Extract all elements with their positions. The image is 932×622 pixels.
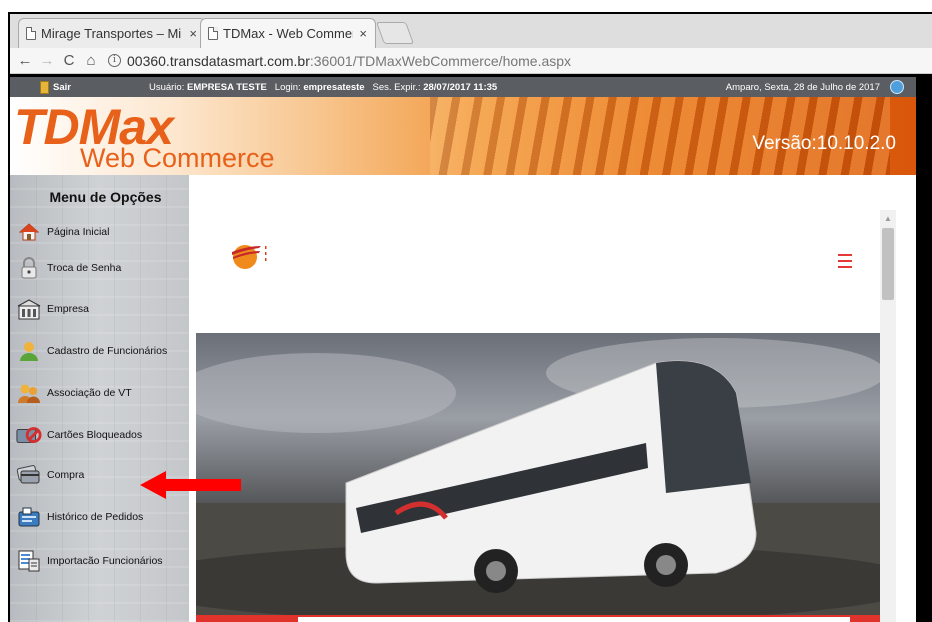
logout-label: Sair (53, 81, 71, 93)
session-info: Usuário: EMPRESA TESTE Login: empresates… (149, 82, 497, 93)
sidebar-item-importacao-funcionarios[interactable]: Importacão Funcionários (10, 546, 189, 576)
page-icon (208, 27, 218, 40)
login-value: empresateste (303, 81, 365, 93)
scroll-up-icon[interactable]: ▲ (884, 214, 892, 223)
hamburger-menu-icon[interactable] (838, 254, 852, 268)
sidebar-menu: Menu de Opções Página Inicial Troca de S… (10, 175, 189, 622)
expiry-label: Ses. Expir.: (372, 81, 421, 93)
sidebar-item-label: Troca de Senha (47, 262, 122, 274)
cards-icon (16, 463, 42, 487)
users-icon (16, 381, 42, 405)
expiry-value: 28/07/2017 11:35 (423, 81, 498, 93)
logout-button[interactable]: Sair (40, 80, 71, 94)
home-icon (16, 220, 42, 244)
page-icon (26, 27, 36, 40)
version-label: Versão:10.10.2.0 (752, 133, 896, 154)
door-icon (40, 80, 49, 94)
building-icon (16, 297, 42, 321)
user-label: Usuário: (148, 81, 185, 93)
hero-bus-image (196, 333, 881, 615)
new-tab-button[interactable] (375, 22, 415, 44)
sidebar-item-label: Histórico de Pedidos (47, 511, 144, 523)
hero-white-strip (298, 617, 850, 622)
sidebar-item-associacao-vt[interactable]: Associação de VT (10, 378, 189, 408)
login-label: Login: (274, 81, 301, 93)
forward-button[interactable]: → (36, 52, 58, 69)
header-banner: TDMax Web Commerce Versão:10.10.2.0 (10, 97, 916, 175)
close-icon[interactable]: × (189, 26, 197, 41)
reload-button[interactable]: C (58, 52, 80, 69)
sidebar-item-label: Cadastro de Funcionários (47, 345, 168, 357)
sidebar-item-label: Importacão Funcionários (47, 555, 163, 567)
logo-web-commerce: Web Commerce (80, 143, 275, 173)
red-arrow-icon (140, 469, 244, 506)
home-button[interactable]: ⌂ (80, 52, 102, 69)
address-bar[interactable]: i 00360.transdatasmart.com.br:36001/TDMa… (108, 53, 571, 69)
sidebar-item-pagina-inicial[interactable]: Página Inicial (10, 217, 189, 247)
sidebar-item-label: Empresa (47, 303, 90, 315)
app-status-bar: Sair Usuário: EMPRESA TESTE Login: empre… (10, 77, 916, 97)
sidebar-item-label: Compra (47, 469, 85, 481)
scroll-thumb[interactable] (882, 228, 894, 300)
menu-title: Menu de Opções (49, 189, 162, 205)
company-logo[interactable] (229, 238, 269, 272)
tab-title: Mirage Transportes – Mi (41, 26, 182, 41)
sidebar-item-cadastro-funcionarios[interactable]: Cadastro de Funcionários (10, 336, 189, 366)
content-scrollbar[interactable]: ▲ (880, 210, 896, 622)
close-icon[interactable]: × (359, 26, 367, 41)
back-button[interactable]: ← (14, 52, 36, 69)
sidebar-item-cartoes-bloqueados[interactable]: Cartões Bloqueados (10, 420, 189, 450)
sidebar-item-troca-de-senha[interactable]: Troca de Senha (10, 253, 189, 283)
url-host: 00360.transdatasmart.com.br (127, 52, 310, 69)
browser-tab-strip: Mirage Transportes – Mi × TDMax - Web Co… (10, 14, 932, 48)
tab-tdmax[interactable]: TDMax - Web Commerc × (200, 18, 376, 48)
current-date: Amparo, Sexta, 28 de Julho de 2017 (725, 81, 880, 93)
blocked-card-icon (16, 423, 42, 447)
sidebar-item-label: Cartões Bloqueados (47, 429, 143, 441)
browser-toolbar: ← → C ⌂ i 00360.transdatasmart.com.br:36… (10, 48, 932, 74)
tab-mirage[interactable]: Mirage Transportes – Mi × (18, 18, 206, 48)
sidebar-item-label: Página Inicial (47, 226, 110, 238)
user-icon (16, 339, 42, 363)
sidebar-item-label: Associação de VT (47, 387, 132, 399)
user-value: EMPRESA TESTE (186, 81, 267, 93)
globe-icon[interactable] (890, 80, 904, 94)
url-path: :36001/TDMaxWebCommerce/home.aspx (309, 52, 572, 69)
sidebar-item-empresa[interactable]: Empresa (10, 294, 189, 324)
import-icon (16, 549, 42, 573)
sidebar-item-historico-pedidos[interactable]: Histórico de Pedidos (10, 502, 189, 532)
history-icon (16, 505, 42, 529)
info-icon[interactable]: i (108, 54, 121, 67)
lock-icon (16, 256, 42, 280)
tab-title: TDMax - Web Commerc (223, 26, 354, 41)
